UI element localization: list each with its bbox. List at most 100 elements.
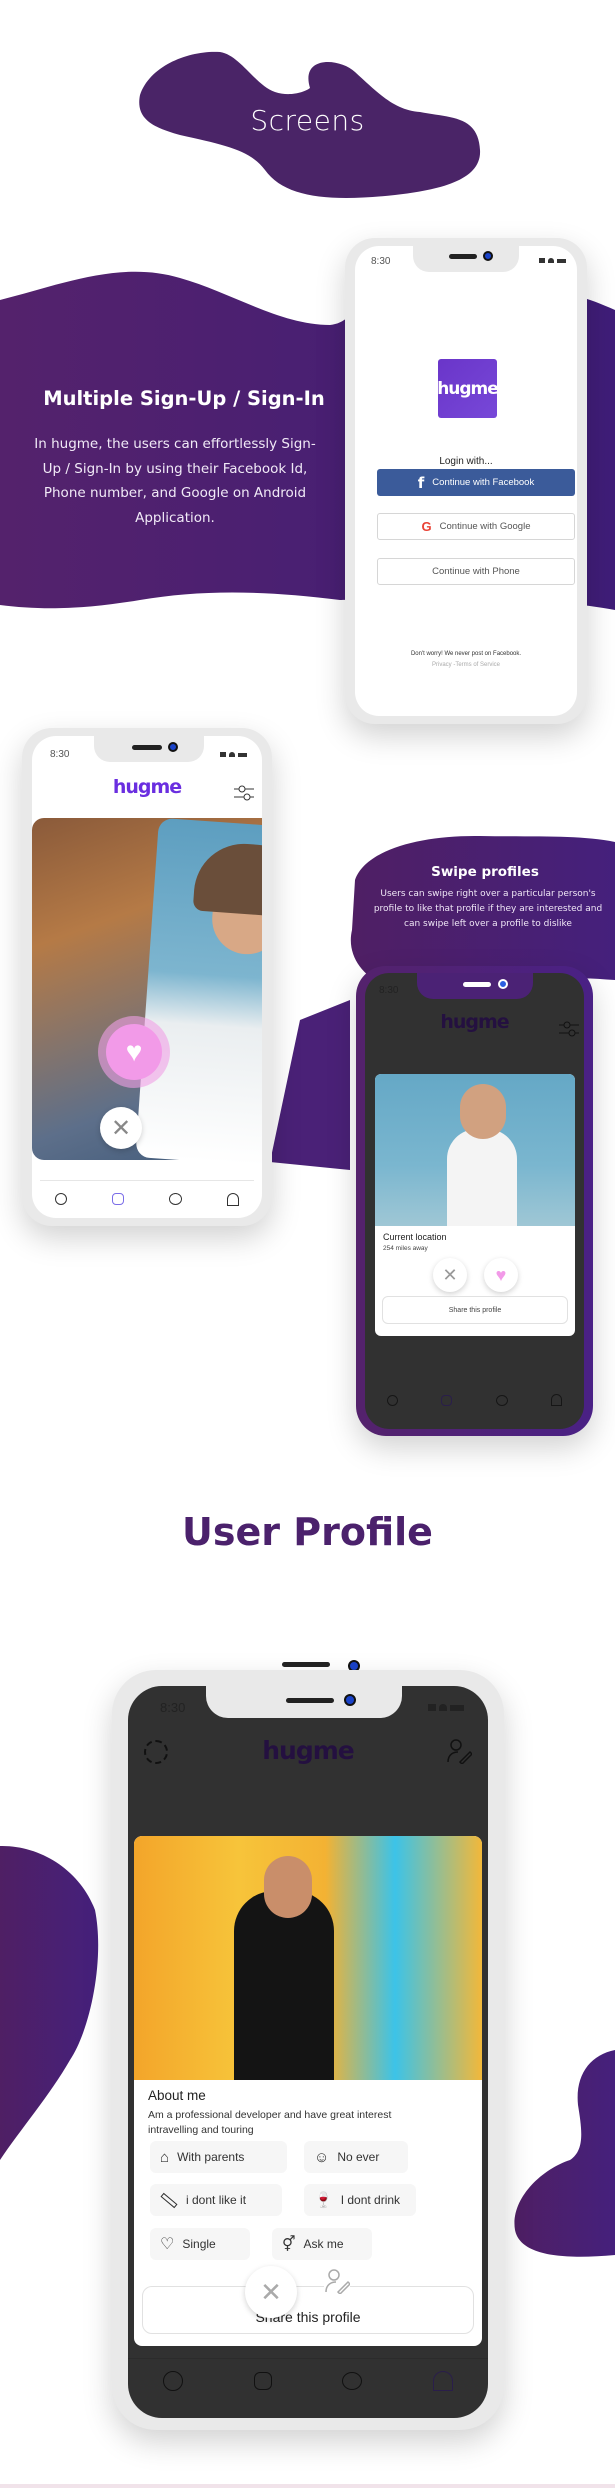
attribute-chip: ⌂ With parents [150,2141,287,2173]
continue-facebook-button[interactable]: f Continue with Facebook [377,469,575,496]
continue-phone-button[interactable]: Continue with Phone [377,558,575,585]
profile-left-blob [0,1845,99,2160]
tab-discover[interactable] [54,1193,67,1205]
bottom-tabbar [128,2364,488,2398]
google-icon: G [421,519,432,534]
tab-cards[interactable] [441,1394,453,1406]
attribute-label: i dont like it [186,2193,247,2207]
signal-icon [539,258,545,263]
card-strip [270,1000,350,1170]
detail-phone: 8:30 hugme Current location 254 miles aw… [356,966,593,1436]
cigarette-icon [160,2192,178,2208]
status-icons [220,752,247,757]
attribute-label: No ever [337,2150,380,2164]
distance-text: 254 miles away [383,1245,428,1252]
tab-cards[interactable] [253,2372,272,2390]
profile-detail-card: Current location 254 miles away ✕ ♥ Shar… [375,1074,575,1336]
profile-card: About me Am a professional developer and… [134,1836,482,2346]
speaker [132,745,162,750]
about-heading: About me [148,2088,206,2103]
tabbar-divider [40,1180,254,1181]
share-profile-button[interactable]: Share this profile [382,1296,568,1324]
status-time: 8:30 [50,749,70,760]
speaker [463,982,491,987]
status-time: 8:30 [371,256,391,267]
notch [413,246,519,272]
camera [168,742,178,752]
sliders-icon[interactable] [559,1020,579,1038]
smiley-icon: ☺ [314,2148,330,2166]
button-label: Continue with Facebook [432,477,535,488]
tab-chat[interactable] [169,1193,183,1205]
edit-profile-icon[interactable] [324,2268,350,2294]
attribute-chip: i dont like it [150,2184,282,2216]
tab-discover[interactable] [163,2371,184,2391]
location-label: Current location [383,1232,447,1242]
close-icon: ✕ [442,1264,458,1285]
like-button[interactable]: ♥ [484,1258,518,1292]
tab-chat[interactable] [495,1394,508,1406]
speaker [449,254,477,259]
app-logo: hugme [440,1011,509,1033]
photo-top [447,1129,517,1226]
close-icon: ✕ [260,2276,282,2307]
app-logo-tile: hugme [437,359,499,418]
footer-line [0,2484,615,2488]
profile-photo [134,1836,482,2080]
battery-icon [557,259,566,263]
swipe-heading: Swipe profiles [431,864,539,880]
profile-photo [375,1074,575,1226]
feed-screen: 8:30 hugme ♥ ✕ [32,736,262,1218]
swipe-description: Users can swipe right over a particular … [373,889,603,929]
profile-card-front[interactable] [135,817,262,1171]
camera [344,1694,356,1706]
tab-chat[interactable] [342,2372,363,2390]
close-icon: ✕ [110,1114,132,1142]
signal-icon [428,1704,436,1711]
about-text: Am a professional developer and have gre… [148,2109,392,2136]
wifi-icon [548,258,554,263]
signin-description: In hugme, the users can effortlessly Sig… [34,436,316,526]
attribute-chip: ⚥ Ask me [272,2228,372,2260]
user-profile-title: User Profile [182,1510,433,1554]
speaker [286,1698,334,1703]
login-phone: 8:30 hugme Login with... f Continue with… [345,238,587,724]
login-screen: 8:30 hugme Login with... f Continue with… [355,246,577,716]
tab-discover[interactable] [386,1394,398,1406]
tab-cards[interactable] [111,1193,124,1205]
heart-icon: ♡ [160,2236,175,2253]
like-button[interactable]: ♥ [98,1016,170,1088]
feed-phone: 8:30 hugme ♥ ✕ [22,728,272,1226]
photo-face [460,1084,506,1139]
camera [483,251,493,261]
dislike-button[interactable]: ✕ [100,1107,142,1149]
facebook-icon: f [417,473,425,492]
tab-profile[interactable] [227,1192,240,1206]
gender-icon: ⚥ [282,2236,296,2253]
continue-google-button[interactable]: G Continue with Google [377,513,575,540]
heart-icon: ♥ [106,1024,162,1080]
close-button[interactable]: ✕ [245,2266,297,2318]
share-profile-button[interactable]: Share this profile [142,2286,474,2334]
sliders-icon[interactable] [234,784,254,802]
signin-heading: Multiple Sign-Up / Sign-In [43,387,325,410]
attribute-label: Ask me [303,2237,344,2251]
app-logo: hugme [262,1736,355,1765]
tabbar-divider [128,2358,488,2359]
photo-body [234,1891,334,2080]
phone-top-hardware [282,1660,332,1668]
legal-links[interactable]: Privacy -Terms of Service [355,662,577,668]
edit-profile-icon[interactable] [446,1738,472,1764]
heart-icon: ♥ [495,1264,507,1285]
glass-icon: 🍷 [314,2192,333,2209]
tab-profile[interactable] [551,1394,563,1406]
status-icons [539,258,566,263]
attribute-label: I dont drink [340,2193,401,2207]
status-time: 8:30 [160,1700,186,1715]
button-label: Continue with Phone [432,566,520,577]
tab-profile[interactable] [432,2371,453,2391]
login-prompt: Login with... [439,456,493,467]
attribute-chip: ♡ Single [150,2228,250,2260]
dislike-button[interactable]: ✕ [433,1258,467,1292]
wifi-icon [229,752,235,757]
